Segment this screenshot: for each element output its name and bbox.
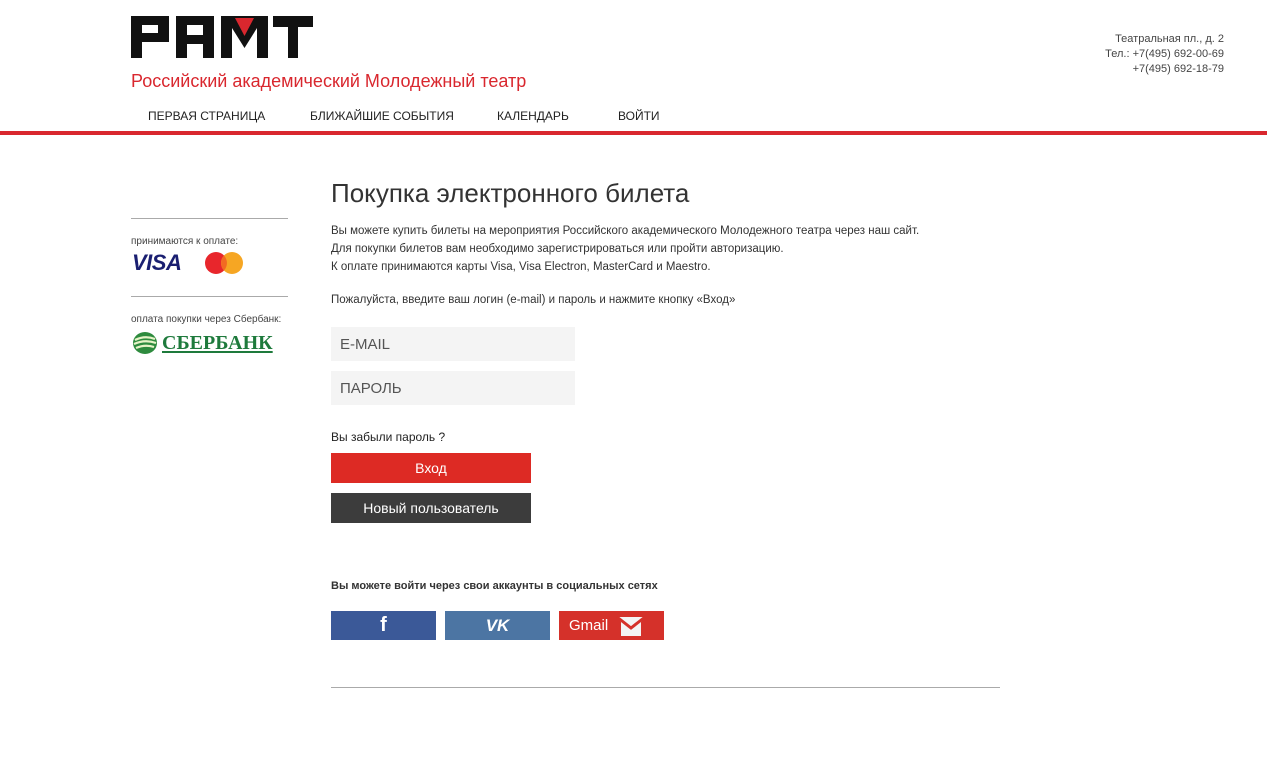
facebook-login-button[interactable]: f xyxy=(331,611,436,640)
footer-divider xyxy=(331,687,1000,688)
gmail-envelope-icon xyxy=(616,615,647,636)
forgot-password-link[interactable]: Вы забыли пароль ? xyxy=(331,430,445,444)
login-prompt: Пожалуйста, введите ваш логин (e-mail) и… xyxy=(331,294,736,306)
main-content: Покупка электронного билета Вы можете ку… xyxy=(331,178,1001,306)
sberbank-icon xyxy=(133,332,157,354)
intro-line: Для покупки билетов вам необходимо зарег… xyxy=(331,243,784,255)
header-divider xyxy=(0,131,1267,135)
sber-label: оплата покупки через Сбербанк: xyxy=(131,314,282,325)
new-user-button[interactable]: Новый пользователь xyxy=(331,493,531,523)
contacts: Театральная пл., д. 2 Тел.: +7(495) 692-… xyxy=(1105,32,1224,77)
payment-label: принимаются к оплате: xyxy=(131,236,239,247)
gmail-login-button[interactable]: Gmail xyxy=(559,611,664,640)
address: Театральная пл., д. 2 xyxy=(1115,33,1224,45)
vk-login-button[interactable]: VK xyxy=(445,611,550,640)
nav-item-calendar[interactable]: КАЛЕНДАРЬ xyxy=(497,109,618,123)
intro-line: Вы можете купить билеты на мероприятия Р… xyxy=(331,225,920,237)
facebook-icon: f xyxy=(380,614,387,636)
nav-item-home[interactable]: ПЕРВАЯ СТРАНИЦА xyxy=(148,109,310,123)
social-login-title: Вы можете войти через свои аккаунты в со… xyxy=(331,580,658,592)
sidebar-divider xyxy=(131,218,288,219)
theater-subtitle: Российский академический Молодежный теат… xyxy=(131,71,527,91)
ramt-logo-icon xyxy=(131,16,313,58)
vk-icon: VK xyxy=(485,615,510,635)
mastercard-icon xyxy=(203,251,245,275)
sidebar-divider xyxy=(131,296,288,297)
phone-2: +7(495) 692-18-79 xyxy=(1132,63,1224,75)
gmail-label: Gmail xyxy=(569,617,609,634)
sberbank-logo[interactable]: СБЕРБАНК xyxy=(132,331,273,355)
email-field[interactable] xyxy=(331,327,575,361)
visa-logo: VISA xyxy=(132,250,182,275)
intro-text: Вы можете купить билеты на мероприятия Р… xyxy=(331,222,1001,276)
password-field[interactable] xyxy=(331,371,575,405)
login-button[interactable]: Вход xyxy=(331,453,531,483)
intro-line: К оплате принимаются карты Visa, Visa El… xyxy=(331,261,711,273)
nav-item-login[interactable]: ВОЙТИ xyxy=(618,109,660,123)
nav-item-upcoming-events[interactable]: БЛИЖАЙШИЕ СОБЫТИЯ xyxy=(310,109,497,123)
theater-logo[interactable] xyxy=(131,16,316,58)
page-title: Покупка электронного билета xyxy=(331,178,690,208)
phone-1: Тел.: +7(495) 692-00-69 xyxy=(1105,48,1224,60)
main-nav: ПЕРВАЯ СТРАНИЦА БЛИЖАЙШИЕ СОБЫТИЯ КАЛЕНД… xyxy=(148,109,660,123)
sberbank-text: СБЕРБАНК xyxy=(162,331,273,354)
